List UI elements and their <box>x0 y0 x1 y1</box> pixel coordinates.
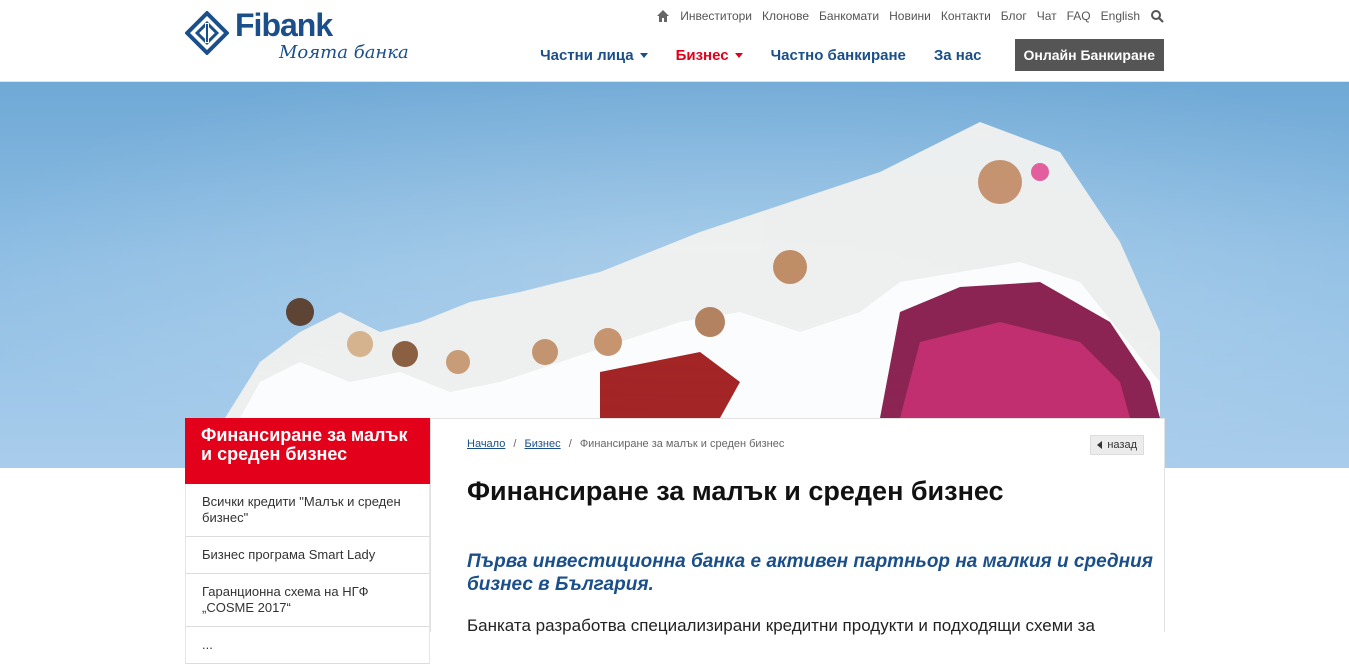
logo-tagline: Моята банка <box>279 42 409 63</box>
mainnav-about-label: За нас <box>933 46 982 64</box>
sidebar-item-smart-lady[interactable]: Бизнес програма Smart Lady <box>185 537 430 574</box>
online-banking-button[interactable]: Онлайн Банкиране <box>1014 39 1164 71</box>
breadcrumb-home[interactable]: Начало <box>467 438 505 450</box>
topnav-blog[interactable]: Блог <box>1001 9 1027 23</box>
sidebar-menu: Финансиране за малък и среден бизнес Вси… <box>185 418 430 664</box>
mainnav-private-banking-label: Частно банкиране <box>770 46 906 64</box>
breadcrumb: Начало / Бизнес / Финансиране за малък и… <box>467 438 784 450</box>
mainnav-private-clients-label: Частни лица <box>540 46 634 64</box>
topnav-atms[interactable]: Банкомати <box>819 9 879 23</box>
topnav-news[interactable]: Новини <box>889 9 931 23</box>
fibank-logo[interactable]: Fibank Моята банка <box>185 7 425 69</box>
back-button-label: назад <box>1107 439 1137 451</box>
main-content: Начало / Бизнес / Финансиране за малък и… <box>430 418 1165 635</box>
chevron-down-icon <box>734 52 743 58</box>
topnav-contacts[interactable]: Контакти <box>941 9 991 23</box>
sidebar-heading[interactable]: Финансиране за малък и среден бизнес <box>185 418 430 484</box>
topnav-english[interactable]: English <box>1101 9 1140 23</box>
chevron-down-icon <box>639 52 648 58</box>
home-icon[interactable] <box>656 9 670 23</box>
breadcrumb-business[interactable]: Бизнес <box>525 438 561 450</box>
breadcrumb-current: Финансиране за малък и среден бизнес <box>579 438 785 450</box>
page-title: Финансиране за малък и среден бизнес <box>467 476 1004 506</box>
sidebar-item-more[interactable]: ... <box>185 627 430 664</box>
sidebar-item-cosme[interactable]: Гаранционна схема на НГФ „COSME 2017“ <box>185 574 430 627</box>
main-nav: Частни лица Бизнес Частно банкиране За н… <box>512 39 1164 71</box>
breadcrumb-separator: / <box>568 438 572 450</box>
hero-dancers-illustration <box>0 82 1349 468</box>
mainnav-private-clients[interactable]: Частни лица <box>540 47 648 64</box>
logo-name: Fibank <box>235 7 333 43</box>
body-paragraph: Банката разработва специализирани кредит… <box>467 616 1095 635</box>
mainnav-business-label: Бизнес <box>675 46 729 64</box>
mainnav-private-banking[interactable]: Частно банкиране <box>771 47 906 64</box>
mainnav-about[interactable]: За нас <box>934 47 982 64</box>
topnav-faq[interactable]: FAQ <box>1067 9 1091 23</box>
lead-paragraph: Първа инвестиционна банка е активен парт… <box>467 551 1153 595</box>
mainnav-business[interactable]: Бизнес <box>676 47 743 64</box>
sidebar-item-all-sme-loans[interactable]: Всички кредити "Малък и среден бизнес" <box>185 484 430 537</box>
fibank-logo-icon <box>185 11 229 55</box>
search-icon[interactable] <box>1150 9 1164 23</box>
chevron-left-icon <box>1097 441 1103 449</box>
topnav-investors[interactable]: Инвеститори <box>680 9 752 23</box>
hero-banner <box>0 82 1349 468</box>
site-header: Fibank Моята банка Инвеститори Клонове Б… <box>0 0 1349 82</box>
utility-nav: Инвеститори Клонове Банкомати Новини Кон… <box>656 9 1164 23</box>
topnav-branches[interactable]: Клонове <box>762 9 809 23</box>
breadcrumb-separator: / <box>513 438 517 450</box>
topnav-chat[interactable]: Чат <box>1037 9 1057 23</box>
back-button[interactable]: назад <box>1090 435 1144 455</box>
